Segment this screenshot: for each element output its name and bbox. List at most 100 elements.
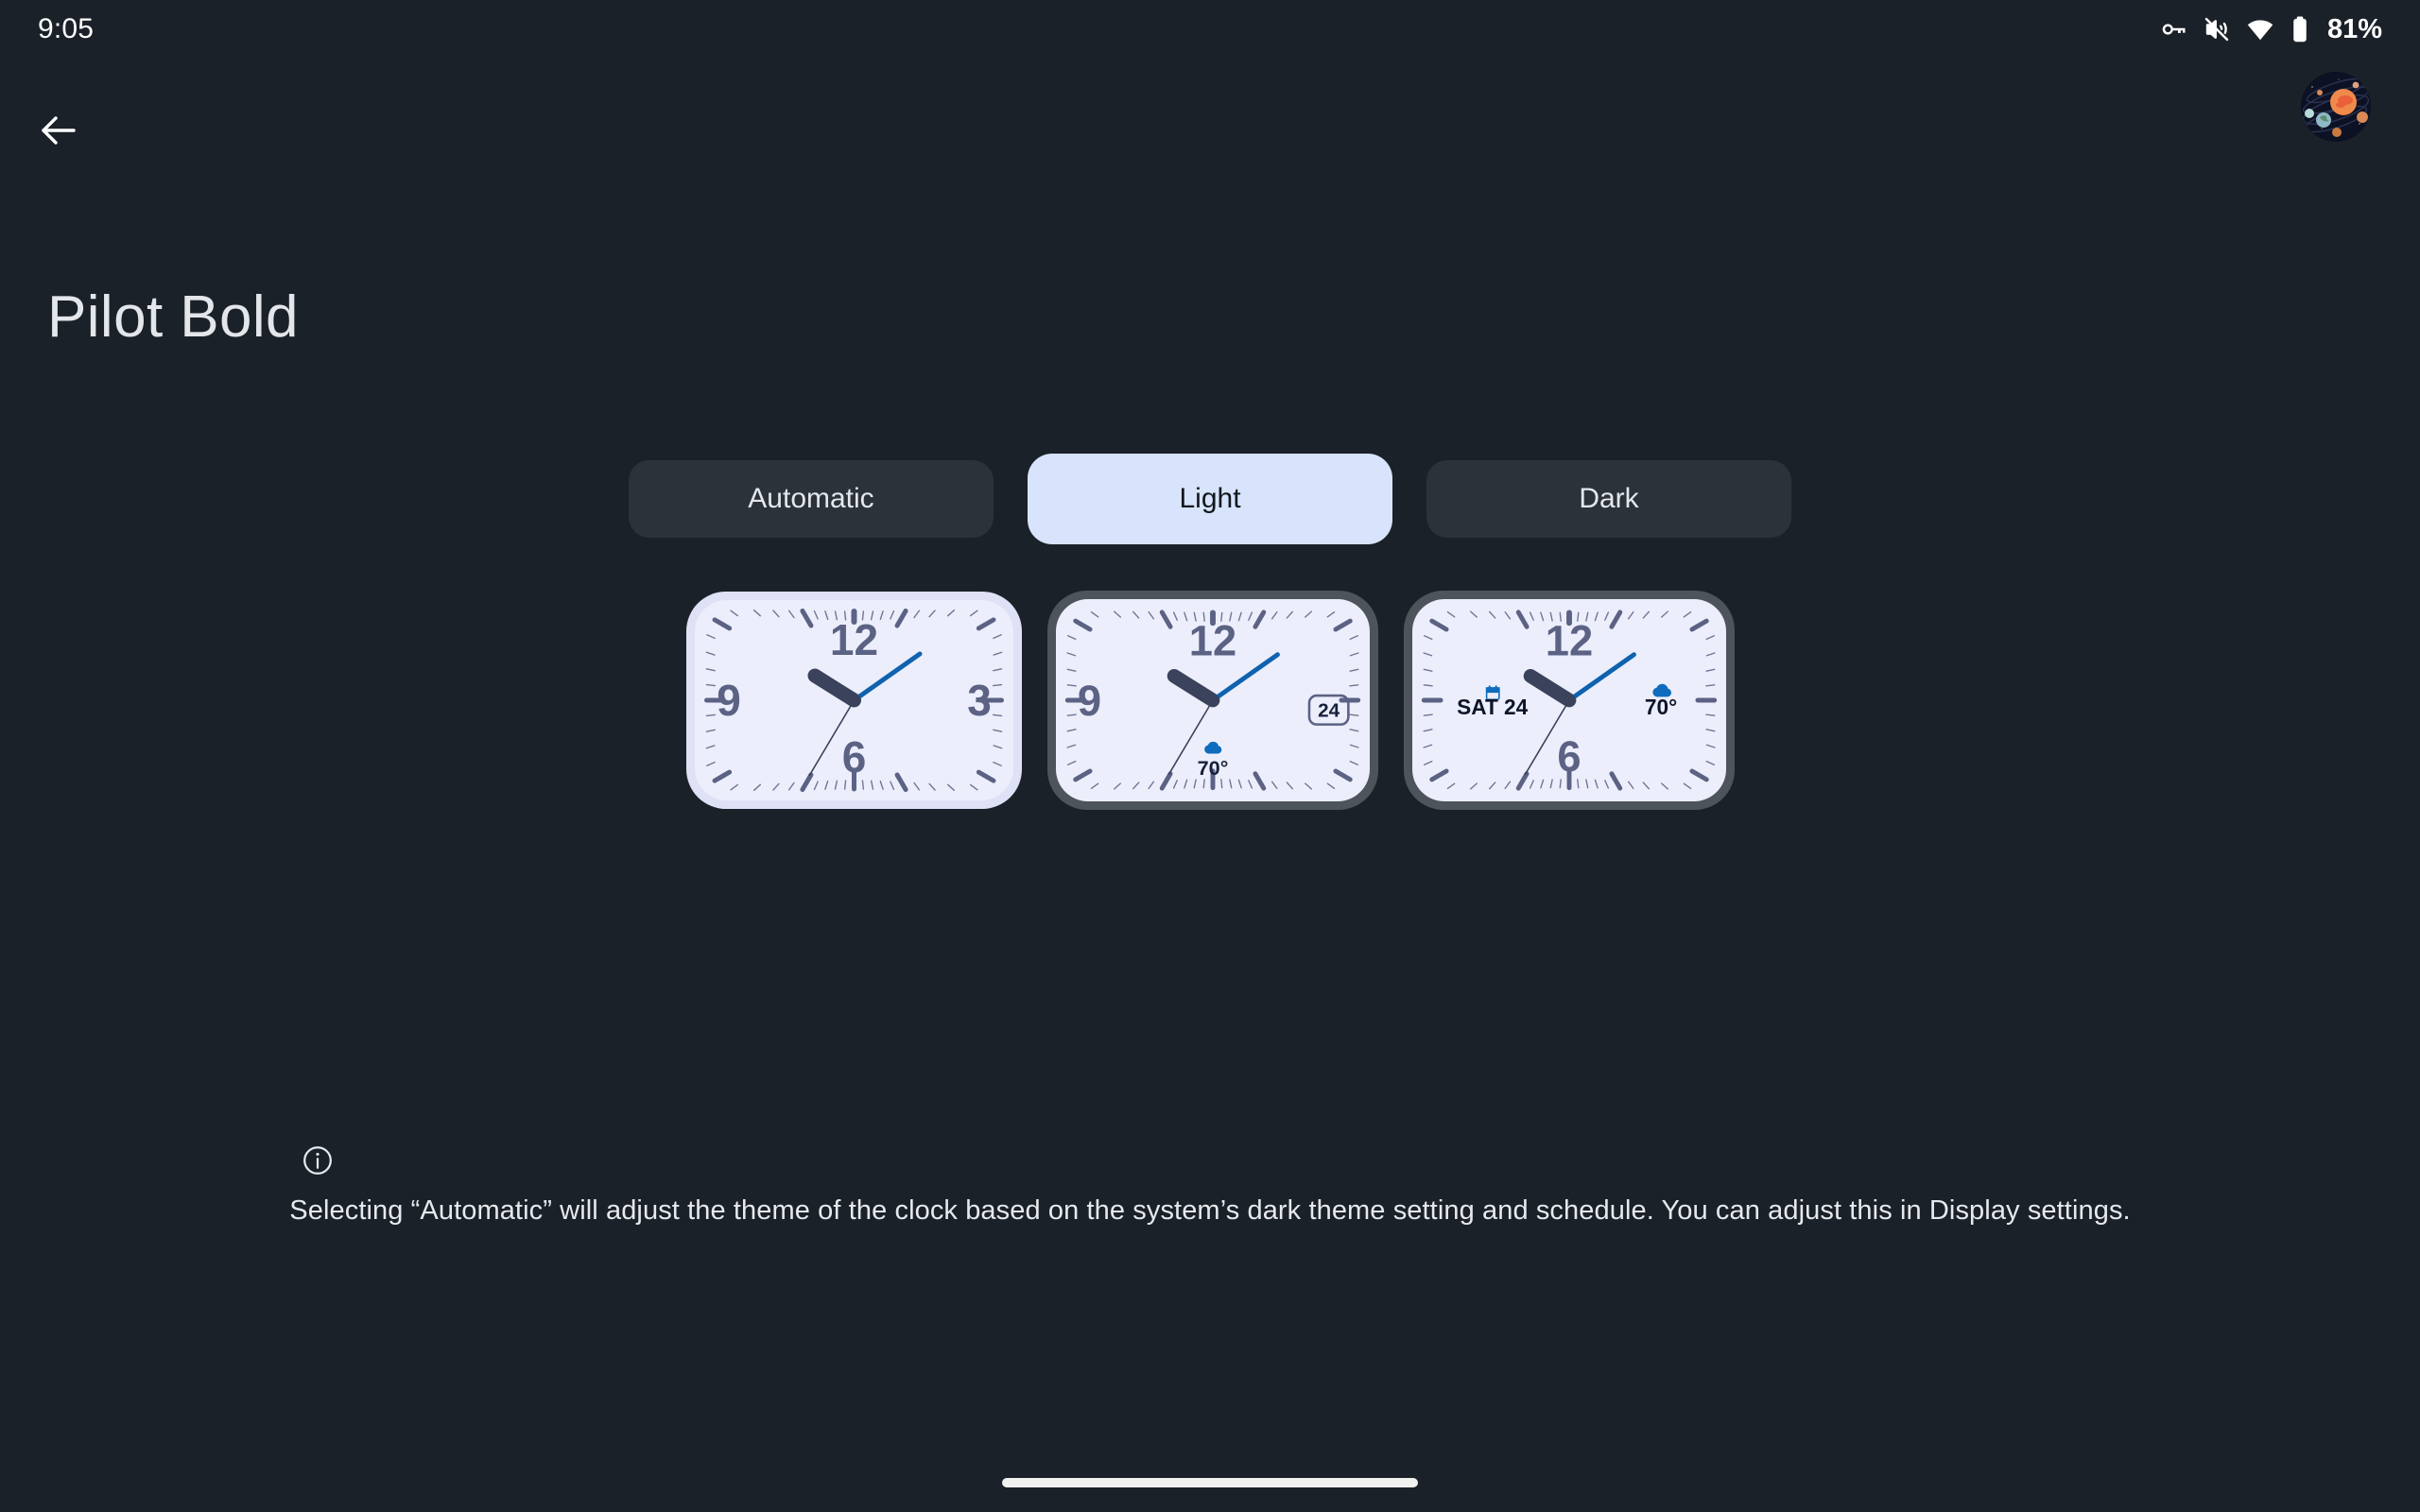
battery-percent-label: 81% [2326, 13, 2382, 44]
clock-tick-minor [1147, 781, 1154, 790]
clock-tick-major [1608, 771, 1622, 791]
clock-tick-minor [861, 780, 864, 790]
clock-tick-minor [1066, 760, 1076, 765]
clock-tick-minor [1705, 652, 1716, 657]
clock-tick-minor [1529, 611, 1534, 621]
clock-tick-minor [1172, 611, 1178, 621]
clock-tick-major [1252, 771, 1266, 791]
clock-tick-minor [813, 781, 819, 791]
clock-tick-minor [705, 651, 716, 656]
clock-numeral-9: 9 [1077, 677, 1100, 725]
clock-preview-card-2[interactable]: 12 9 24 70° [1046, 591, 1378, 810]
status-bar-icons: 81% [2159, 14, 2382, 45]
clock-tick-minor [1704, 684, 1715, 687]
clock-tick-major [1515, 610, 1530, 629]
clock-tick-minor [912, 610, 920, 619]
clock-numeral-3: 3 [967, 676, 992, 725]
clock-face-3: 12 6 SAT 24 70° [1411, 599, 1726, 801]
clock-tick-minor [992, 683, 1002, 687]
complication-date-value: 24 [1318, 700, 1340, 722]
clock-tick-minor [771, 610, 780, 618]
clock-tick-minor [1446, 610, 1455, 618]
theme-option-automatic[interactable]: Automatic [629, 460, 994, 538]
clock-tick-minor [1066, 684, 1077, 687]
clock-tick-minor [1683, 782, 1691, 790]
clock-tick-minor [1594, 611, 1599, 622]
status-bar: 9:05 81% [0, 0, 2420, 59]
hour-hand [1523, 668, 1576, 708]
clock-tick-minor [752, 609, 761, 617]
clock-tick-minor [1090, 610, 1098, 618]
clock-tick-minor [1349, 635, 1358, 641]
clock-tick-minor [1446, 782, 1455, 790]
clock-tick-minor [1660, 610, 1668, 618]
clock-tick-minor [1202, 779, 1205, 789]
clock-tick-minor [1423, 729, 1433, 732]
clock-tick-minor [1247, 780, 1253, 789]
clock-tick-minor [1539, 611, 1544, 622]
status-bar-clock: 9:05 [38, 13, 95, 44]
clock-tick-minor [1469, 610, 1478, 618]
clock-tick-minor [1422, 652, 1432, 657]
clock-tick-minor [823, 610, 828, 621]
clock-tick-minor [1705, 760, 1715, 765]
clock-tick-minor [912, 782, 920, 791]
clock-tick-minor [1423, 668, 1433, 672]
clock-tick-minor [1183, 779, 1187, 789]
theme-selector: Automatic Light Dark [0, 454, 2420, 544]
clock-tick-minor [1705, 744, 1716, 748]
clock-tick-major [976, 617, 995, 631]
hand-pivot [1205, 694, 1219, 707]
clock-tick-minor [1488, 782, 1495, 790]
clock-tick-minor [1172, 780, 1178, 789]
clock-tick-minor [1539, 779, 1544, 789]
clock-tick-minor [1237, 779, 1242, 789]
clock-tick-minor [992, 634, 1002, 640]
hand-pivot [847, 694, 860, 707]
clock-tick-minor [729, 610, 738, 617]
clock-tick-minor [1349, 744, 1359, 748]
clock-tick-minor [1603, 611, 1609, 621]
clock-preview-card-1[interactable]: 12 3 6 9 [685, 592, 1022, 809]
clock-tick-minor [705, 745, 716, 749]
theme-option-light[interactable]: Light [1028, 454, 1392, 544]
clock-tick-minor [1349, 760, 1358, 765]
home-indicator[interactable] [1002, 1478, 1418, 1487]
clock-tick-minor [992, 668, 1002, 672]
screen-root: 9:05 81% Pilot Bold Automatic Light Dark… [0, 0, 2420, 1512]
clock-tick-minor [1576, 779, 1579, 789]
clock-tick-minor [1113, 782, 1121, 790]
clock-tick-minor [1066, 635, 1076, 641]
clock-tick-major [1428, 768, 1449, 782]
back-button[interactable] [28, 102, 89, 163]
clock-numeral-12: 12 [1545, 617, 1592, 665]
clock-tick-major [976, 769, 995, 783]
clock-tick-minor [1270, 610, 1278, 620]
clock-tick-minor [1219, 779, 1222, 789]
clock-tick-minor [889, 610, 894, 620]
complication-date-long: SAT 24 [1457, 685, 1528, 719]
clock-tick-minor [1488, 610, 1495, 619]
clock-tick-minor [834, 780, 838, 790]
clock-tick-minor [1348, 729, 1358, 732]
clock-tick-minor [752, 783, 761, 792]
theme-option-dark[interactable]: Dark [1426, 460, 1791, 538]
clock-tick-minor [1603, 780, 1609, 789]
clock-tick-minor [1503, 781, 1511, 790]
clock-tick-minor [1132, 782, 1139, 790]
clock-tick-major [1688, 768, 1709, 782]
clock-tick-major [1515, 771, 1530, 791]
clock-preview-card-3[interactable]: 12 6 SAT 24 70° [1403, 591, 1735, 810]
clock-tick-minor [729, 783, 738, 791]
clock-tick-major [1159, 610, 1173, 629]
avatar[interactable] [2301, 72, 2371, 142]
solar-system-avatar [2301, 72, 2371, 142]
clock-tick-minor [823, 780, 828, 790]
clock-tick-minor [1066, 729, 1077, 732]
clock-tick-minor [946, 783, 955, 792]
hour-hand [1167, 668, 1219, 708]
page-title: Pilot Bold [47, 284, 299, 350]
clock-face-2: 12 9 24 70° [1055, 599, 1370, 801]
clock-tick-minor [1228, 779, 1232, 789]
complication-weather-value: 70° [1197, 756, 1228, 780]
